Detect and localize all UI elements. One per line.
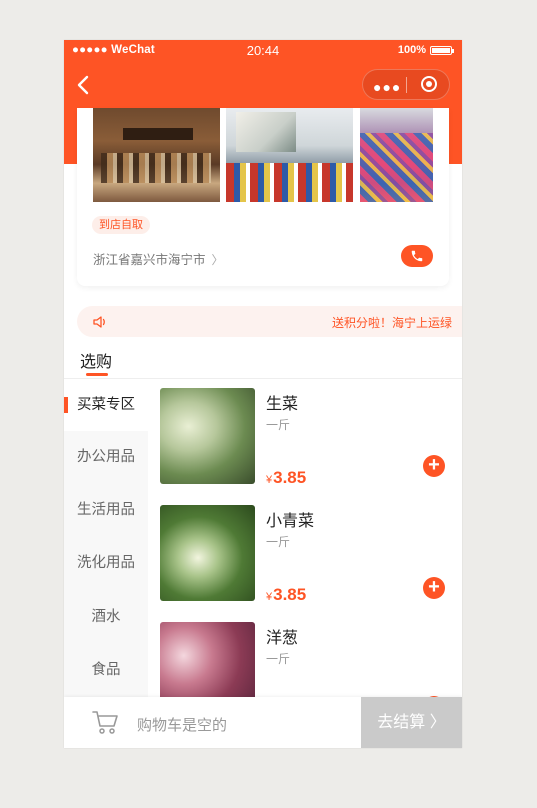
phone-icon	[411, 250, 423, 262]
notice-text: 送积分啦！海宁上运绿	[332, 316, 453, 330]
phone-screen: ●●●●● WeChat 20:44 100% ●●● 到店自取 浙江省嘉兴市海…	[64, 40, 462, 748]
currency-symbol: ¥	[266, 474, 273, 486]
add-to-cart-button[interactable]: +	[423, 455, 445, 477]
currency-symbol: ¥	[266, 591, 273, 603]
cart-bar: 购物车是空的 去结算 〉	[64, 697, 462, 748]
capsule-divider	[406, 77, 407, 93]
sidebar-item-vegetables[interactable]: 买菜专区	[64, 379, 148, 431]
sidebar-item-food[interactable]: 食品	[64, 644, 148, 696]
store-photo[interactable]	[360, 108, 433, 202]
pickup-tag: 到店自取	[92, 216, 150, 234]
price-value: 3.85	[273, 585, 307, 604]
category-sidebar: 买菜专区 办公用品 生活用品 洗化用品 酒水 食品	[64, 379, 148, 748]
product-image[interactable]	[160, 388, 255, 484]
store-goods	[360, 133, 433, 202]
sidebar-item-office[interactable]: 办公用品	[64, 431, 148, 483]
sidebar-item-living[interactable]: 生活用品	[64, 484, 148, 536]
checkout-button[interactable]: 去结算 〉	[361, 697, 462, 748]
store-mural	[236, 112, 296, 152]
store-address[interactable]: 浙江省嘉兴市海宁市〉	[93, 249, 224, 268]
tab-shop[interactable]: 选购	[80, 348, 112, 372]
product-item[interactable]: 小青菜 一斤 ¥3.85 +	[160, 505, 460, 604]
store-sign	[123, 128, 193, 140]
cart-empty-text: 购物车是空的	[137, 717, 228, 734]
product-item[interactable]: 生菜 一斤 ¥3.85 +	[160, 388, 460, 487]
product-image[interactable]	[160, 505, 255, 601]
speaker-icon	[93, 316, 105, 328]
store-shelf	[101, 153, 211, 183]
sidebar-item-drinks[interactable]: 酒水	[64, 591, 148, 643]
notice-bar[interactable]: 送积分啦！海宁上运绿	[77, 306, 462, 337]
product-spec: 一斤	[266, 535, 291, 549]
battery-status: 100%	[397, 44, 454, 56]
close-target-icon[interactable]	[421, 76, 437, 92]
add-to-cart-button[interactable]: +	[423, 577, 445, 599]
product-name: 洋葱	[266, 630, 299, 647]
shopping-cart-icon[interactable]	[92, 709, 120, 735]
chevron-right-icon: 〉	[211, 253, 224, 267]
nav-bar: ●●●	[64, 61, 462, 108]
battery-icon	[430, 45, 454, 55]
product-spec: 一斤	[266, 652, 291, 666]
address-text: 浙江省嘉兴市海宁市	[93, 253, 206, 267]
product-spec: 一斤	[266, 418, 291, 432]
battery-percent: 100%	[397, 44, 426, 56]
product-name: 小青菜	[266, 513, 315, 530]
call-button[interactable]	[401, 245, 433, 267]
status-bar: ●●●●● WeChat 20:44 100%	[64, 40, 462, 61]
product-name: 生菜	[266, 396, 299, 413]
product-price: ¥3.85	[266, 468, 306, 488]
store-photo[interactable]	[93, 108, 220, 202]
miniprogram-capsule: ●●●	[362, 69, 450, 100]
store-card: 到店自取 浙江省嘉兴市海宁市〉	[77, 108, 449, 286]
sidebar-item-toiletries[interactable]: 洗化用品	[64, 537, 148, 589]
store-photo[interactable]	[226, 108, 353, 202]
store-goods	[226, 163, 353, 202]
product-price: ¥3.85	[266, 585, 306, 605]
price-value: 3.85	[273, 468, 307, 487]
back-arrow-icon[interactable]	[74, 75, 94, 95]
tab-indicator	[86, 373, 108, 376]
more-dots-icon[interactable]: ●●●	[373, 79, 401, 95]
